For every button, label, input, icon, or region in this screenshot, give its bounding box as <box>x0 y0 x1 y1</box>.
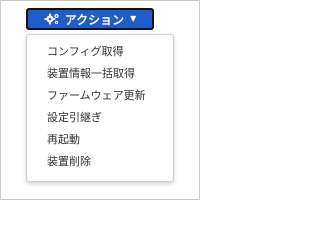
action-button-label: アクション <box>64 12 125 27</box>
menu-item-bulk-device-info[interactable]: 装置情報一括取得 <box>27 63 173 85</box>
menu-item-get-config[interactable]: コンフィグ取得 <box>27 41 173 63</box>
menu-item-delete-device[interactable]: 装置削除 <box>27 151 173 173</box>
action-dropdown-menu: コンフィグ取得 装置情報一括取得 ファームウェア更新 設定引継ぎ 再起動 装置削… <box>26 34 174 182</box>
caret-down-icon: ▼ <box>130 14 137 23</box>
action-dropdown-button[interactable]: アクション ▼ <box>26 8 154 30</box>
menu-item-firmware-update[interactable]: ファームウェア更新 <box>27 85 173 107</box>
menu-item-reboot[interactable]: 再起動 <box>27 129 173 151</box>
gears-icon <box>44 12 60 26</box>
menu-item-settings-transfer[interactable]: 設定引継ぎ <box>27 107 173 129</box>
